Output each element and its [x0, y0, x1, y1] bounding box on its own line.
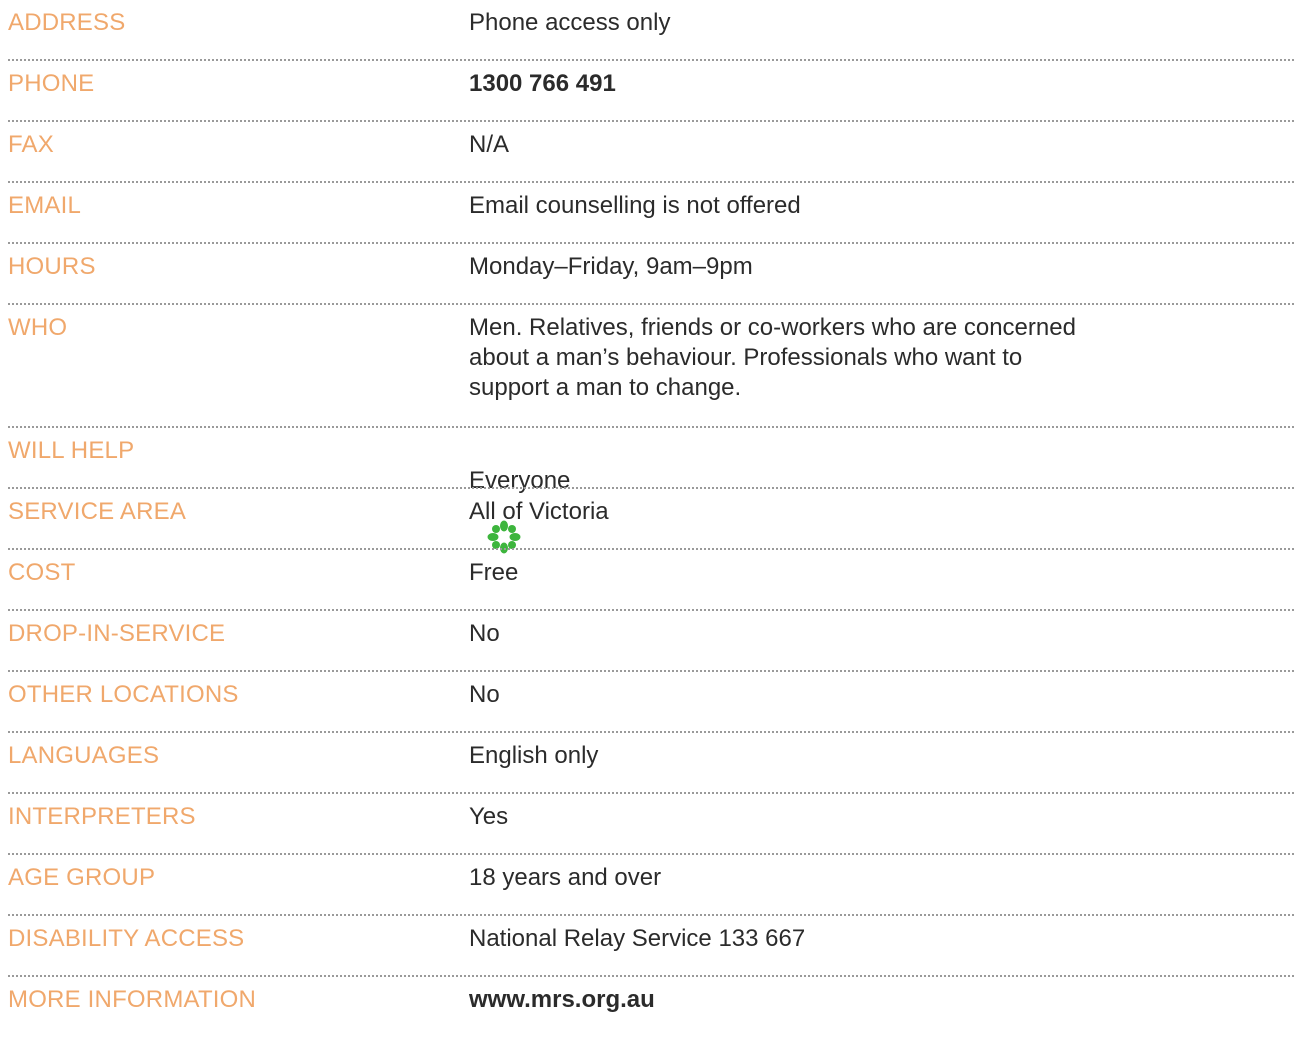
row-age-group: AGE GROUP 18 years and over: [0, 855, 1298, 916]
phone-label: PHONE: [8, 70, 95, 97]
row-other-locations: OTHER LOCATIONS No: [0, 672, 1298, 733]
row-more-information: MORE INFORMATION www.mrs.org.au: [0, 977, 1298, 1037]
row-interpreters: INTERPRETERS Yes: [0, 794, 1298, 855]
service-area-label: SERVICE AREA: [8, 498, 187, 525]
hours-value: Monday–Friday, 9am–9pm: [469, 253, 753, 280]
row-email: EMAIL Email counselling is not offered: [0, 183, 1298, 244]
address-value: Phone access only: [469, 9, 671, 36]
email-value: Email counselling is not offered: [469, 192, 801, 219]
row-will-help: WILL HELP Everyone: [0, 428, 1298, 554]
service-area-value: All of Victoria: [469, 498, 609, 525]
row-fax: FAX N/A: [0, 122, 1298, 183]
other-locations-label: OTHER LOCATIONS: [8, 681, 239, 708]
cost-value: Free: [469, 559, 519, 586]
age-group-label: AGE GROUP: [8, 864, 156, 891]
row-drop-in-service: DROP-IN-SERVICE No: [0, 611, 1298, 672]
who-value: Men. Relatives, friends or co-workers wh…: [469, 314, 1076, 401]
address-label: ADDRESS: [8, 9, 126, 36]
languages-value: English only: [469, 742, 599, 769]
disability-access-label: DISABILITY ACCESS: [8, 925, 245, 952]
row-service-area: SERVICE AREA All of Victoria: [0, 489, 1298, 550]
age-group-value: 18 years and over: [469, 864, 662, 891]
row-address: ADDRESS Phone access only: [0, 0, 1298, 61]
row-who: WHO Men. Relatives, friends or co-worker…: [0, 305, 1298, 428]
languages-label: LANGUAGES: [8, 742, 160, 769]
row-phone: PHONE 1300 766 491: [0, 61, 1298, 122]
hours-label: HOURS: [8, 253, 96, 280]
website-link[interactable]: www.mrs.org.au: [469, 985, 1199, 1015]
who-label: WHO: [8, 314, 68, 341]
fax-label: FAX: [8, 131, 54, 158]
will-help-label: WILL HELP: [8, 437, 135, 464]
more-information-label: MORE INFORMATION: [8, 986, 257, 1013]
other-locations-value: No: [469, 681, 500, 708]
service-info-table: ADDRESS Phone access only PHONE 1300 766…: [0, 0, 1298, 1037]
drop-in-service-value: No: [469, 620, 500, 647]
cost-label: COST: [8, 559, 76, 586]
interpreters-label: INTERPRETERS: [8, 803, 196, 830]
interpreters-value: Yes: [469, 803, 509, 830]
disability-access-value: National Relay Service 133 667: [469, 925, 806, 952]
drop-in-service-label: DROP-IN-SERVICE: [8, 620, 226, 647]
row-cost: COST Free: [0, 550, 1298, 611]
row-languages: LANGUAGES English only: [0, 733, 1298, 794]
row-hours: HOURS Monday–Friday, 9am–9pm: [0, 244, 1298, 305]
email-label: EMAIL: [8, 192, 82, 219]
phone-value[interactable]: 1300 766 491: [469, 69, 1199, 99]
row-disability-access: DISABILITY ACCESS National Relay Service…: [0, 916, 1298, 977]
fax-value: N/A: [469, 131, 510, 158]
